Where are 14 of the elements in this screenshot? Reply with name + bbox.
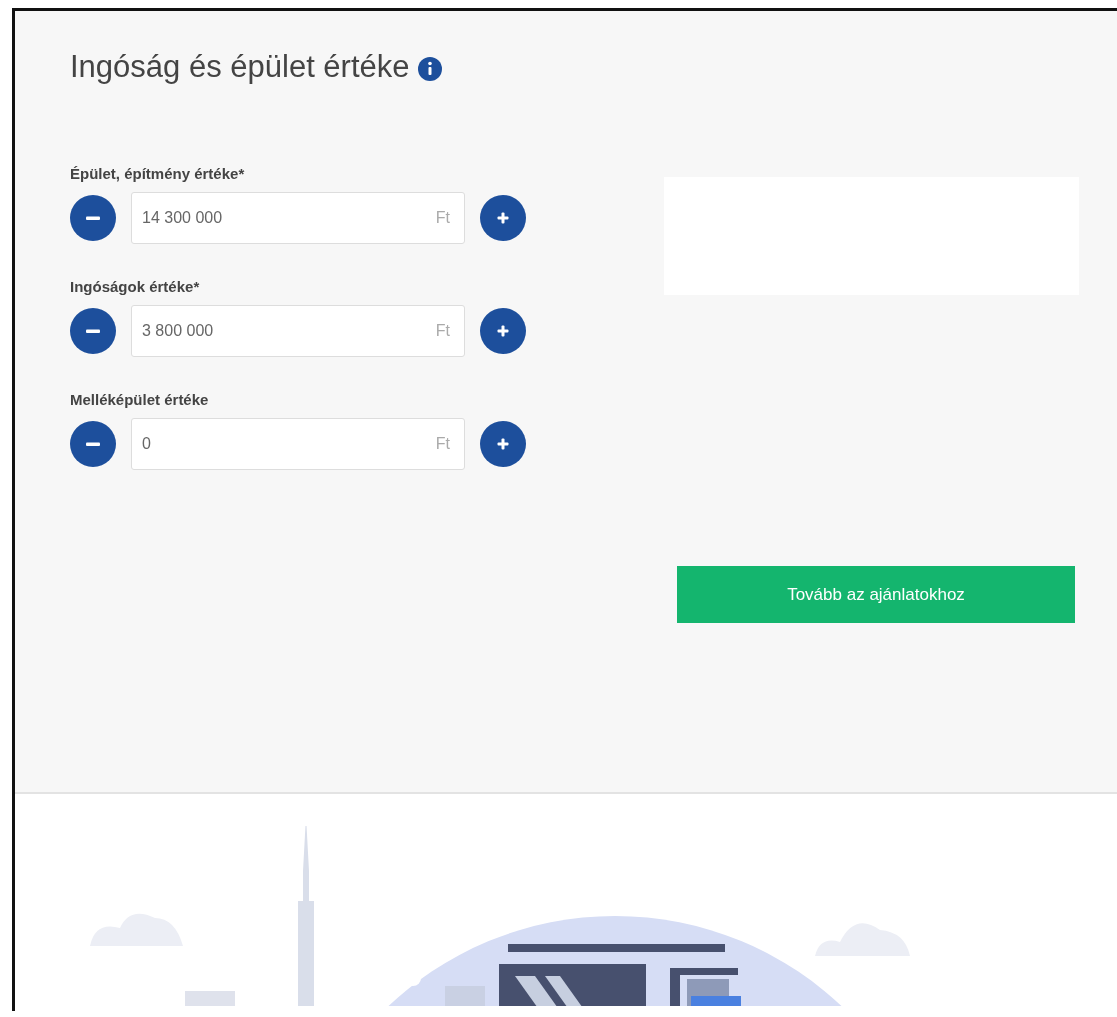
section-title: Ingóság és épület értéke [70,49,410,85]
minus-button[interactable] [70,308,116,354]
plus-button[interactable] [480,308,526,354]
amount-input[interactable]: 3 800 000 Ft [131,305,465,357]
field-label: Ingóságok értéke* [70,278,201,295]
info-icon[interactable] [417,57,442,81]
minus-button[interactable] [70,195,116,241]
amount-input[interactable]: 0 Ft [131,418,465,470]
plus-button[interactable] [480,195,526,241]
plus-button[interactable] [480,421,526,467]
amount-input[interactable]: 14 300 000 Ft [131,192,465,244]
minus-button[interactable] [70,421,116,467]
field-label: Épület, építmény értéke* [70,165,246,182]
field-label: Melléképület értéke [70,391,210,408]
